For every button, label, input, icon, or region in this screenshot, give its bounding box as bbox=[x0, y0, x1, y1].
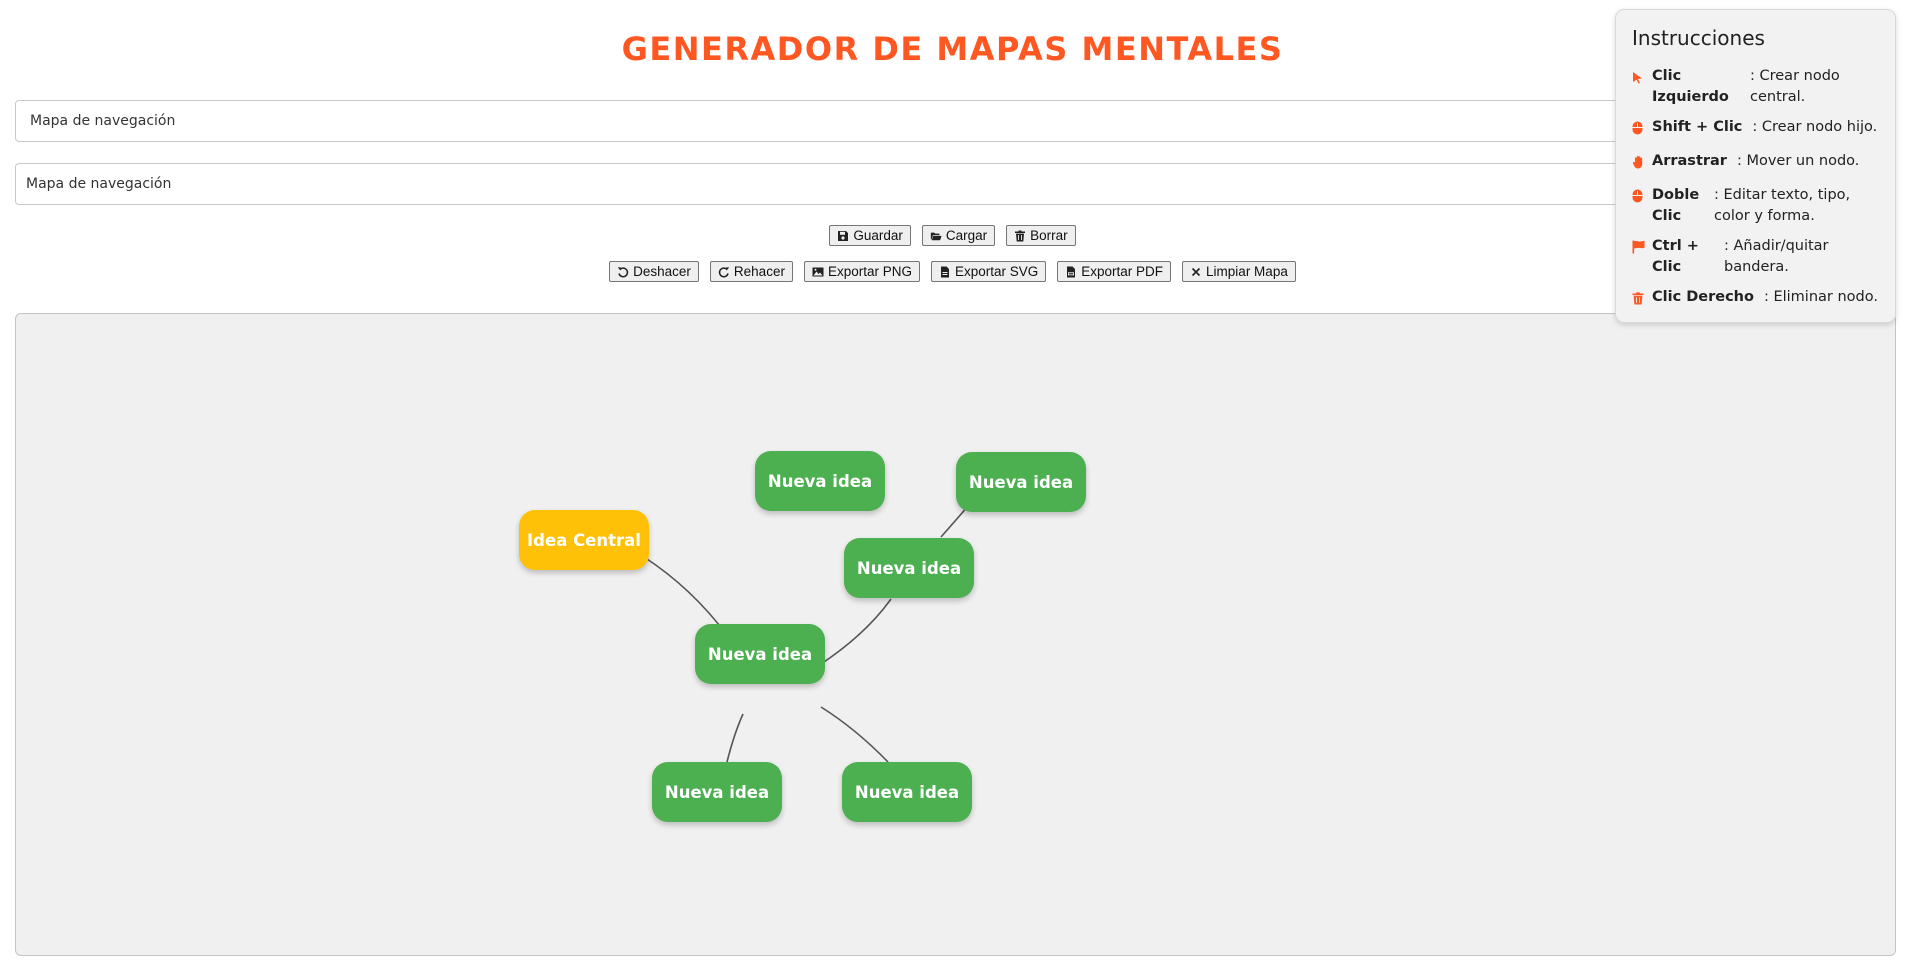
node-child[interactable]: Nueva idea bbox=[844, 538, 974, 598]
node-connections bbox=[643, 477, 970, 763]
node-label: Nueva idea bbox=[968, 472, 1074, 492]
instruction-key: Shift + Clic bbox=[1652, 119, 1743, 135]
mouse-icon bbox=[1632, 121, 1643, 135]
undo-button-label: Deshacer bbox=[633, 264, 691, 279]
load-button[interactable]: Cargar bbox=[921, 225, 996, 246]
load-button-label: Cargar bbox=[945, 228, 988, 243]
node-child[interactable]: Nueva idea bbox=[695, 624, 825, 684]
export-svg-button[interactable]: Exportar SVG bbox=[930, 261, 1047, 282]
save-button-label: Guardar bbox=[853, 228, 903, 243]
export-png-button-label: Exportar PNG bbox=[827, 264, 912, 279]
redo-button[interactable]: Rehacer bbox=[709, 261, 793, 282]
file-icon bbox=[940, 266, 949, 277]
node-child[interactable]: Nueva idea bbox=[956, 452, 1086, 512]
hand-icon bbox=[1632, 155, 1643, 169]
node-central[interactable]: Idea Central bbox=[519, 510, 649, 570]
instruction-item: Shift + Clic : Crear nodo hijo. bbox=[1632, 117, 1881, 142]
undo-icon bbox=[617, 266, 629, 277]
node-label: Nueva idea bbox=[856, 558, 962, 578]
instructions-panel: Instrucciones Clic Izquierdo : Crear nod… bbox=[1615, 9, 1896, 323]
cursor-icon bbox=[1633, 72, 1642, 84]
map-name-input[interactable] bbox=[15, 100, 1895, 142]
node-label: Nueva idea bbox=[664, 782, 770, 802]
export-svg-button-label: Exportar SVG bbox=[954, 264, 1039, 279]
clear-map-button-label: Limpiar Mapa bbox=[1206, 264, 1288, 279]
node-label: Nueva idea bbox=[767, 471, 873, 491]
delete-button[interactable]: Borrar bbox=[1006, 225, 1076, 246]
instruction-desc: : Crear nodo hijo. bbox=[1752, 119, 1878, 135]
export-pdf-button[interactable]: Exportar PDF bbox=[1057, 261, 1172, 282]
instruction-item: Doble Clic : Editar texto, tipo, color y… bbox=[1632, 185, 1881, 227]
instruction-item: Clic Izquierdo : Crear nodo central. bbox=[1632, 66, 1881, 108]
undo-button[interactable]: Deshacer bbox=[609, 261, 699, 282]
save-button[interactable]: Guardar bbox=[829, 225, 911, 246]
node-child[interactable]: Nueva idea bbox=[755, 451, 885, 511]
instruction-key: Arrastrar bbox=[1652, 153, 1727, 169]
delete-button-label: Borrar bbox=[1030, 228, 1068, 243]
trash-icon bbox=[1632, 292, 1644, 305]
node-child[interactable]: Nueva idea bbox=[842, 762, 972, 822]
close-icon bbox=[1191, 267, 1201, 276]
instruction-desc: : Mover un nodo. bbox=[1736, 153, 1860, 169]
connection-node-to-node bbox=[820, 598, 892, 665]
redo-icon bbox=[718, 266, 730, 277]
instruction-desc: : Editar texto, tipo, color y forma. bbox=[1714, 187, 1851, 224]
flag-icon bbox=[1632, 240, 1645, 254]
mouse-icon bbox=[1632, 189, 1643, 203]
mind-map-canvas[interactable]: Idea Central Nueva idea Nueva idea Nueva… bbox=[15, 313, 1896, 956]
instruction-desc: : Añadir/quitar bandera. bbox=[1724, 238, 1829, 275]
instructions-title: Instrucciones bbox=[1632, 26, 1765, 50]
instruction-key: Doble Clic bbox=[1652, 187, 1700, 224]
instruction-item: Arrastrar : Mover un nodo. bbox=[1632, 151, 1881, 176]
instruction-key: Clic Derecho bbox=[1652, 289, 1754, 305]
export-pdf-button-label: Exportar PDF bbox=[1081, 264, 1164, 279]
node-label: Nueva idea bbox=[854, 782, 960, 802]
instruction-desc: : Eliminar nodo. bbox=[1763, 289, 1878, 305]
trash-icon bbox=[1015, 230, 1026, 241]
image-icon bbox=[812, 267, 824, 276]
map-title-input[interactable] bbox=[15, 163, 1895, 205]
redo-button-label: Rehacer bbox=[733, 264, 785, 279]
node-label: Idea Central bbox=[527, 530, 641, 550]
connection-node-to-node bbox=[726, 713, 744, 763]
instruction-key: Clic Izquierdo bbox=[1652, 68, 1729, 105]
instruction-item: Ctrl + Clic : Añadir/quitar bandera. bbox=[1632, 236, 1881, 278]
instruction-desc: : Crear nodo central. bbox=[1750, 68, 1840, 105]
instruction-key: Ctrl + Clic bbox=[1652, 238, 1699, 275]
node-child[interactable]: Nueva idea bbox=[652, 762, 782, 822]
instruction-item: Clic Derecho : Eliminar nodo. bbox=[1632, 287, 1881, 312]
file-pdf-icon bbox=[1067, 266, 1076, 277]
save-icon bbox=[838, 230, 849, 241]
connection-node-to-node bbox=[820, 706, 889, 763]
folder-open-icon bbox=[930, 232, 942, 240]
node-label: Nueva idea bbox=[707, 644, 813, 664]
export-png-button[interactable]: Exportar PNG bbox=[803, 261, 920, 282]
clear-map-button[interactable]: Limpiar Mapa bbox=[1182, 261, 1296, 282]
